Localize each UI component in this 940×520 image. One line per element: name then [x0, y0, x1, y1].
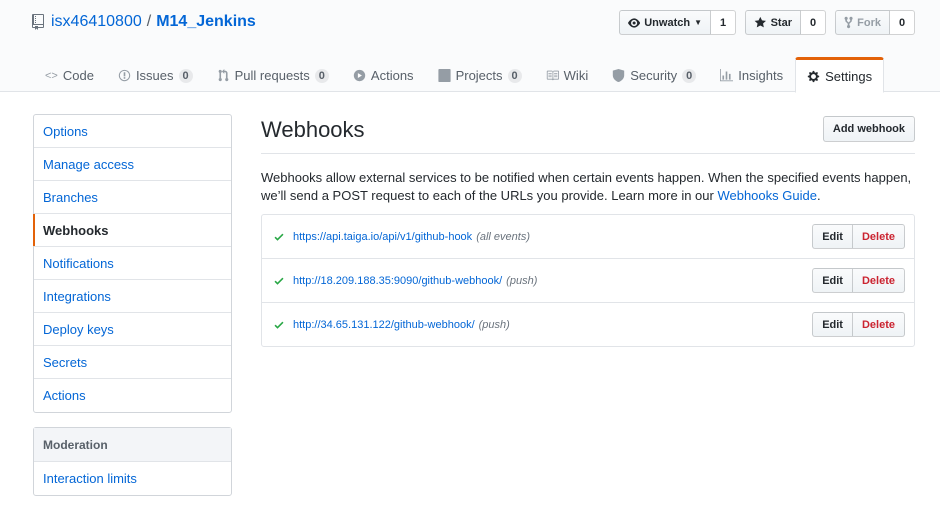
tab-insights[interactable]: Insights: [708, 57, 795, 92]
code-icon: <>: [45, 69, 58, 82]
webhooks-panel: Webhooks Add webhook Webhooks allow exte…: [261, 114, 915, 347]
eye-icon: [628, 17, 641, 28]
add-webhook-button[interactable]: Add webhook: [822, 116, 915, 142]
settings-menu: Options Manage access Branches Webhooks …: [33, 114, 232, 413]
hook-url-link[interactable]: https://api.taiga.io/api/v1/github-hook: [293, 231, 472, 243]
hook-url-link[interactable]: http://34.65.131.122/github-webhook/: [293, 319, 475, 331]
tab-security[interactable]: Security 0: [600, 57, 708, 92]
check-icon: [274, 321, 284, 329]
repo-name-link[interactable]: M14_Jenkins: [156, 13, 256, 31]
menu-item-interaction-limits[interactable]: Interaction limits: [34, 462, 231, 495]
book-icon: [546, 70, 559, 81]
description-end: .: [816, 188, 821, 203]
hook-actions: Edit Delete: [812, 312, 905, 337]
hook-actions: Edit Delete: [812, 268, 905, 293]
repo-icon: [32, 14, 44, 30]
star-button[interactable]: Star: [745, 10, 801, 35]
menu-item-options[interactable]: Options: [34, 115, 231, 148]
security-counter: 0: [682, 68, 697, 83]
tab-pull-requests[interactable]: Pull requests 0: [205, 57, 341, 92]
webhooks-description: Webhooks allow external services to be n…: [261, 169, 915, 205]
star-count[interactable]: 0: [801, 10, 826, 35]
menu-item-manage-access[interactable]: Manage access: [34, 148, 231, 181]
repo-separator: /: [146, 13, 152, 30]
star-group: Star 0: [745, 10, 826, 35]
tab-wiki[interactable]: Wiki: [534, 57, 601, 92]
check-icon: [274, 233, 284, 241]
delete-hook-button[interactable]: Delete: [852, 224, 905, 249]
delete-hook-button[interactable]: Delete: [852, 268, 905, 293]
hook-url-link[interactable]: http://18.209.188.35:9090/github-webhook…: [293, 275, 502, 287]
check-icon: [274, 277, 284, 285]
watch-count[interactable]: 1: [711, 10, 736, 35]
tab-insights-label: Insights: [738, 68, 784, 83]
page-title: Webhooks: [261, 117, 365, 142]
menu-item-deploy-keys[interactable]: Deploy keys: [34, 313, 231, 346]
delete-hook-button[interactable]: Delete: [852, 312, 905, 337]
fork-label: Fork: [857, 16, 881, 29]
hook-events: (push): [506, 274, 538, 287]
tab-issues[interactable]: Issues 0: [106, 57, 205, 92]
project-icon: [437, 69, 451, 82]
issues-counter: 0: [178, 68, 193, 83]
tab-settings-label: Settings: [825, 68, 873, 84]
tab-issues-label: Issues: [135, 68, 174, 83]
hook-item: http://34.65.131.122/github-webhook/ (pu…: [262, 303, 914, 346]
gear-icon: [807, 70, 820, 82]
menu-item-notifications[interactable]: Notifications: [34, 247, 231, 280]
menu-item-actions[interactable]: Actions: [34, 379, 231, 412]
hook-list: https://api.taiga.io/api/v1/github-hook …: [261, 214, 915, 347]
projects-counter: 0: [507, 68, 522, 83]
watch-group: Unwatch ▼ 1: [619, 10, 736, 35]
tab-projects[interactable]: Projects 0: [426, 57, 534, 92]
caret-down-icon: ▼: [694, 18, 702, 27]
tab-code[interactable]: <> Code: [33, 57, 106, 92]
fork-icon: [844, 16, 853, 29]
fork-count[interactable]: 0: [890, 10, 915, 35]
edit-hook-button[interactable]: Edit: [812, 268, 853, 293]
edit-hook-button[interactable]: Edit: [812, 224, 853, 249]
tab-security-label: Security: [630, 68, 678, 83]
moderation-heading: Moderation: [34, 428, 231, 462]
star-icon: [754, 16, 766, 28]
repo-title: isx46410800 / M14_Jenkins: [32, 13, 256, 31]
tab-actions[interactable]: Actions: [341, 57, 426, 92]
subhead: Webhooks Add webhook: [261, 114, 915, 154]
repo-owner-link[interactable]: isx46410800: [51, 13, 142, 31]
issue-icon: [118, 69, 131, 82]
fork-button[interactable]: Fork: [835, 10, 890, 35]
menu-item-webhooks[interactable]: Webhooks: [33, 214, 231, 247]
hook-item: http://18.209.188.35:9090/github-webhook…: [262, 259, 914, 303]
unwatch-button[interactable]: Unwatch ▼: [619, 10, 711, 35]
tab-code-label: Code: [62, 68, 94, 83]
star-label: Star: [770, 16, 792, 29]
tab-projects-label: Projects: [455, 68, 503, 83]
moderation-menu: Moderation Interaction limits: [33, 427, 232, 496]
menu-item-integrations[interactable]: Integrations: [34, 280, 231, 313]
hook-actions: Edit Delete: [812, 224, 905, 249]
hook-events: (all events): [476, 230, 530, 243]
webhooks-guide-link[interactable]: Webhooks Guide: [717, 188, 817, 203]
fork-group: Fork 0: [835, 10, 915, 35]
graph-icon: [720, 69, 734, 82]
repo-nav: <> Code Issues 0 Pull requests 0 Actions…: [33, 57, 885, 93]
pull-request-icon: [218, 69, 229, 82]
hook-item: https://api.taiga.io/api/v1/github-hook …: [262, 215, 914, 259]
menu-item-secrets[interactable]: Secrets: [34, 346, 231, 379]
tab-settings[interactable]: Settings: [795, 57, 885, 93]
tab-wiki-label: Wiki: [563, 68, 589, 83]
hook-events: (push): [478, 318, 510, 331]
pulls-counter: 0: [314, 68, 329, 83]
edit-hook-button[interactable]: Edit: [812, 312, 853, 337]
shield-icon: [613, 69, 625, 82]
tab-pull-requests-label: Pull requests: [234, 68, 310, 83]
unwatch-label: Unwatch: [644, 16, 691, 29]
tab-actions-label: Actions: [370, 68, 414, 83]
play-icon: [353, 69, 366, 82]
menu-item-branches[interactable]: Branches: [34, 181, 231, 214]
